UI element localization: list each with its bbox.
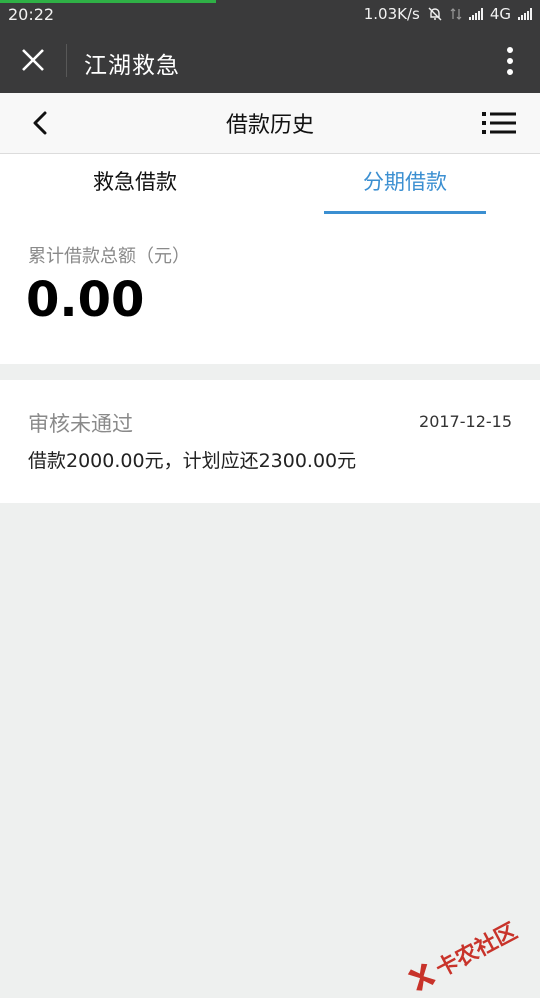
- network-type: 4G: [490, 5, 511, 23]
- list-menu-icon[interactable]: [482, 111, 516, 135]
- total-amount-value: 0.00: [26, 272, 144, 328]
- status-time: 20:22: [8, 5, 54, 24]
- mute-bell-icon: [427, 6, 443, 22]
- page-title: 借款历史: [0, 107, 540, 139]
- record-description: 借款2000.00元，计划应还2300.00元: [28, 446, 356, 473]
- loan-total-summary: 累计借款总额（元） 0.00: [0, 214, 540, 364]
- watermark: 卡农社区: [401, 914, 522, 998]
- record-status: 审核未通过: [28, 408, 133, 438]
- tab-installment-loan[interactable]: 分期借款: [324, 154, 486, 214]
- data-transfer-icon: [450, 7, 462, 21]
- loan-type-tabs: 救急借款 分期借款: [0, 154, 540, 214]
- page-load-progress: [0, 0, 216, 3]
- total-amount-label: 累计借款总额（元）: [28, 242, 190, 268]
- tab-emergency-loan[interactable]: 救急借款: [20, 154, 250, 214]
- watermark-text: 卡农社区: [429, 914, 522, 984]
- more-vertical-icon[interactable]: [506, 46, 514, 76]
- signal-icon: [469, 8, 483, 20]
- network-speed: 1.03K/s: [364, 5, 420, 23]
- wechat-title-bar: 江湖救急: [0, 28, 540, 93]
- page-header: 借款历史: [0, 93, 540, 154]
- close-icon[interactable]: [18, 45, 48, 75]
- loan-record-item[interactable]: 审核未通过 2017-12-15 借款2000.00元，计划应还2300.00元: [0, 380, 540, 503]
- record-date: 2017-12-15: [419, 412, 512, 431]
- signal-icon-2: [518, 8, 532, 20]
- app-title: 江湖救急: [84, 46, 180, 80]
- title-divider: [66, 44, 67, 77]
- status-indicators: 1.03K/s 4G: [364, 5, 532, 23]
- status-bar: 20:22 1.03K/s 4G: [0, 0, 540, 28]
